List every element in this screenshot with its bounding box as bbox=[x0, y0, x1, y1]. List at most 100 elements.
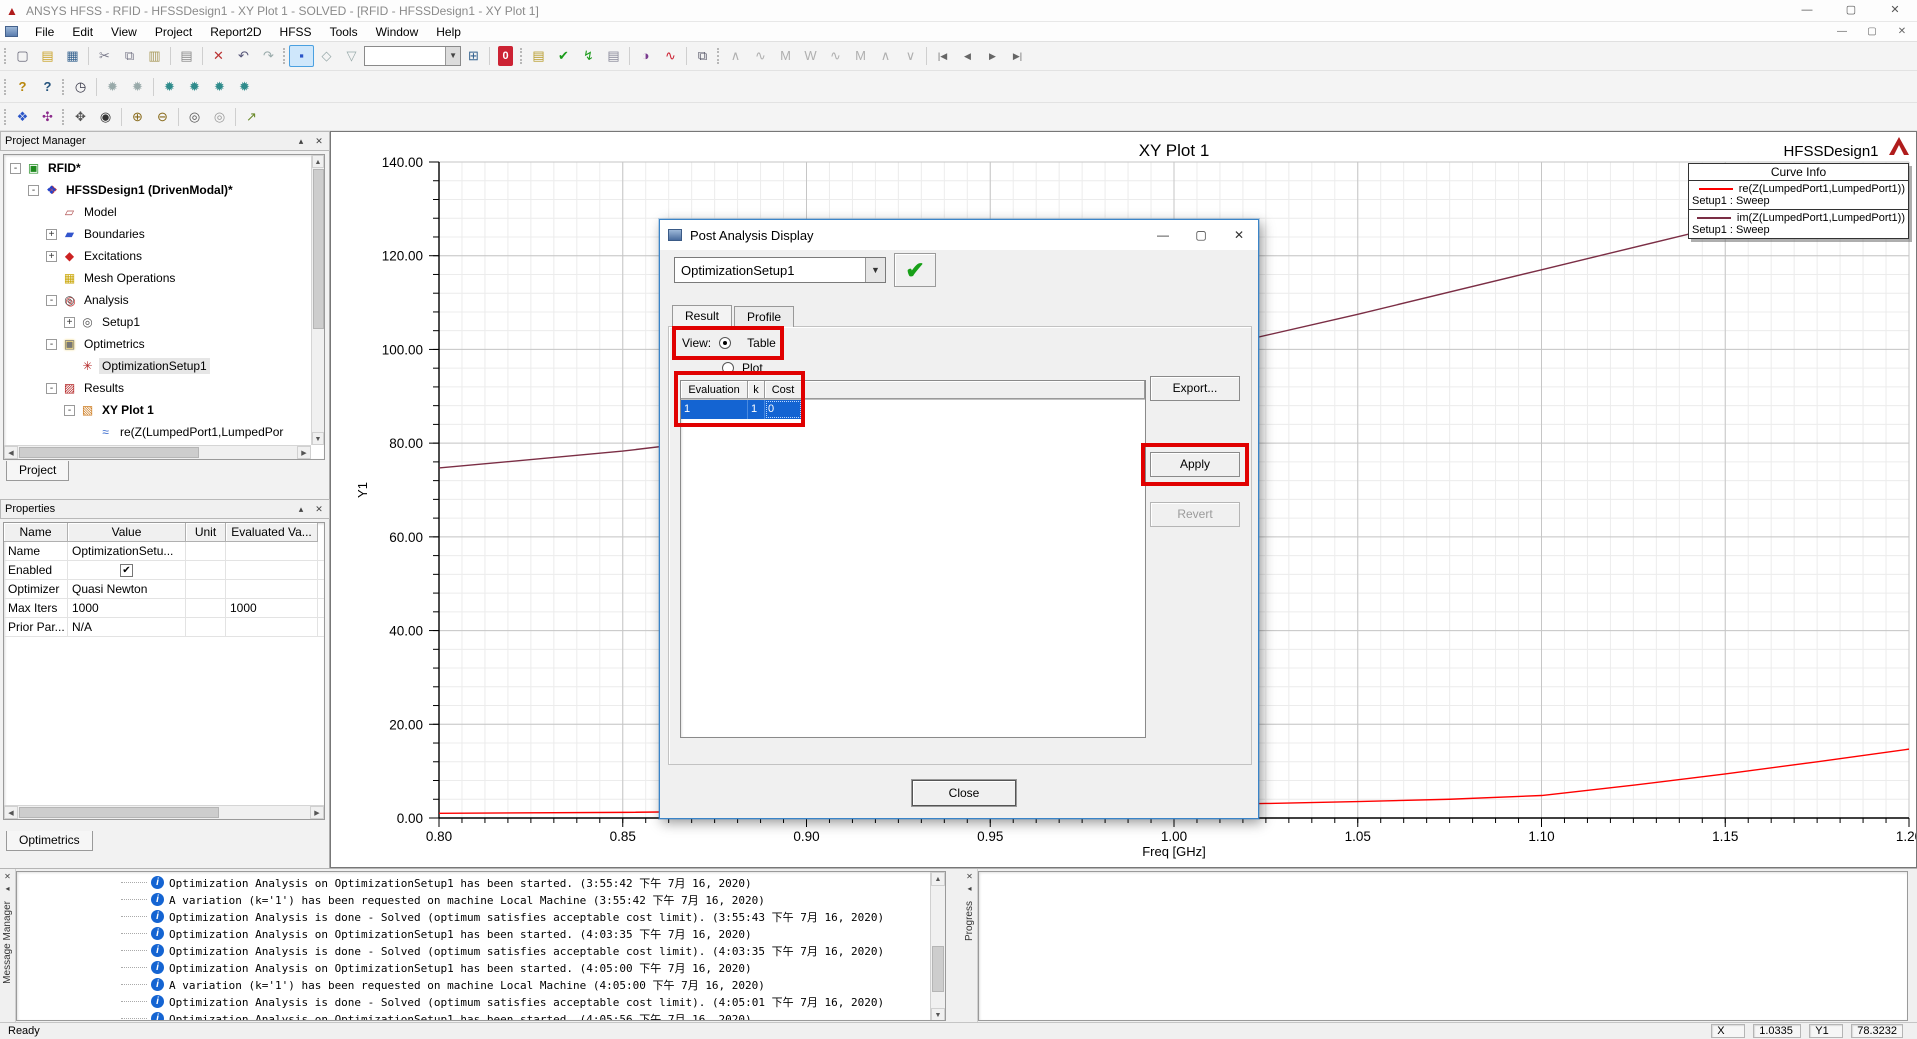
prop-row-enabled[interactable]: Enabled ✔ bbox=[4, 561, 324, 580]
validation-check-button[interactable]: ✔ bbox=[551, 45, 576, 67]
print-button[interactable]: ▤ bbox=[174, 45, 199, 67]
enabled-checkbox[interactable]: ✔ bbox=[120, 563, 133, 577]
expand-toggle-icon[interactable]: - bbox=[28, 184, 39, 196]
wave-m1-button[interactable]: M bbox=[773, 45, 798, 67]
tree-item-excitations[interactable]: + Excitations bbox=[4, 245, 324, 267]
message-vertical-scrollbar[interactable]: ▲ ▼ bbox=[930, 872, 945, 1020]
expand-toggle-icon[interactable]: - bbox=[46, 338, 57, 350]
chevron-down-icon[interactable]: ▼ bbox=[865, 258, 885, 282]
copy-image-button[interactable]: ⧉ bbox=[690, 45, 715, 67]
zoom-window-button[interactable]: ◎ bbox=[182, 106, 207, 128]
table-row[interactable]: 1 1 0 bbox=[681, 400, 1145, 419]
tab-profile[interactable]: Profile bbox=[734, 306, 795, 327]
mdi-child-icon[interactable] bbox=[5, 26, 18, 37]
column-header-name[interactable]: Name bbox=[4, 523, 68, 542]
prop-row-name[interactable]: Name OptimizationSetu... ✔ bbox=[4, 542, 324, 561]
create-report-button[interactable]: ∿ bbox=[658, 45, 683, 67]
tree-item-re-z-trace[interactable]: re(Z(LumpedPort1,LumpedPor bbox=[4, 421, 324, 443]
tree-item-optimetrics[interactable]: - Optimetrics bbox=[4, 333, 324, 355]
scrollbar-thumb[interactable] bbox=[19, 807, 219, 818]
undo-button[interactable]: ↶ bbox=[231, 45, 256, 67]
scroll-up-icon[interactable]: ▲ bbox=[312, 155, 324, 168]
dialog-maximize-icon[interactable]: ▢ bbox=[1182, 222, 1220, 248]
column-header-evaluated[interactable]: Evaluated Va... bbox=[226, 523, 318, 542]
tree-item-optimizationsetup1[interactable]: OptimizationSetup1 bbox=[4, 355, 324, 377]
scroll-down-icon[interactable]: ▼ bbox=[312, 432, 324, 445]
radio-plot[interactable] bbox=[722, 362, 734, 374]
zoom-out-button[interactable]: ⊖ bbox=[150, 106, 175, 128]
scroll-left-icon[interactable]: ◀ bbox=[4, 446, 18, 459]
scroll-up-icon[interactable]: ▲ bbox=[931, 872, 945, 886]
scrollbar-thumb[interactable] bbox=[19, 447, 199, 458]
tab-project[interactable]: Project bbox=[6, 461, 70, 481]
pin-icon[interactable]: ◂ bbox=[967, 883, 971, 895]
analyze-all-button[interactable]: ↯ bbox=[576, 45, 601, 67]
radio-table[interactable] bbox=[719, 337, 732, 349]
prop-row-optimizer[interactable]: Optimizer Quasi Newton ✔ bbox=[4, 580, 324, 599]
tab-optimetrics[interactable]: Optimetrics bbox=[6, 831, 93, 851]
select-multi-button[interactable]: ▽ bbox=[339, 45, 364, 67]
menu-item[interactable]: Window bbox=[367, 23, 428, 41]
expand-toggle-icon[interactable]: + bbox=[64, 316, 75, 328]
expand-toggle-icon[interactable]: + bbox=[46, 228, 57, 240]
restore-icon[interactable]: ▢ bbox=[1829, 0, 1873, 21]
tree-vertical-scrollbar[interactable]: ▲ ▼ bbox=[311, 155, 324, 445]
column-header-evaluation[interactable]: Evaluation bbox=[681, 381, 748, 399]
menu-item[interactable]: Report2D bbox=[201, 23, 270, 41]
confirm-setup-button[interactable]: ✔ bbox=[894, 253, 936, 287]
scrollbar-thumb[interactable] bbox=[932, 946, 944, 992]
scroll-right-icon[interactable]: ▶ bbox=[310, 806, 324, 819]
open-button[interactable]: ▤ bbox=[35, 45, 60, 67]
expand-toggle-icon[interactable]: - bbox=[46, 382, 57, 394]
nav-next-button[interactable]: ▶ bbox=[980, 45, 1005, 67]
column-header-k[interactable]: k bbox=[748, 381, 765, 399]
nav-first-button[interactable]: |◀ bbox=[930, 45, 955, 67]
scroll-left-icon[interactable]: ◀ bbox=[4, 806, 18, 819]
wave-rect-button[interactable]: ∧ bbox=[723, 45, 748, 67]
dialog-close-icon[interactable]: ✕ bbox=[1220, 222, 1258, 248]
nav-last-button[interactable]: ▶| bbox=[1005, 45, 1030, 67]
nav-prev-button[interactable]: ◀ bbox=[955, 45, 980, 67]
edit-notes-button[interactable]: ▤ bbox=[601, 45, 626, 67]
wave-up-button[interactable]: ∧ bbox=[873, 45, 898, 67]
close-icon[interactable]: ✕ bbox=[966, 871, 973, 883]
menu-item[interactable]: View bbox=[102, 23, 146, 41]
child-restore-icon[interactable]: ▢ bbox=[1857, 23, 1887, 40]
tree-item-model[interactable]: Model bbox=[4, 201, 324, 223]
wave-w1-button[interactable]: W bbox=[798, 45, 823, 67]
select-face-button[interactable]: ◇ bbox=[314, 45, 339, 67]
rotate-button[interactable]: ◉ bbox=[93, 106, 118, 128]
column-header-unit[interactable]: Unit bbox=[186, 523, 226, 542]
wave-sine-button[interactable]: ∿ bbox=[748, 45, 773, 67]
column-header-cost[interactable]: Cost bbox=[765, 381, 802, 399]
child-close-icon[interactable]: ✕ bbox=[1887, 23, 1917, 40]
wave-down-button[interactable]: ∨ bbox=[898, 45, 923, 67]
export-button[interactable]: Export... bbox=[1150, 376, 1240, 401]
collapse-icon[interactable]: ▴ bbox=[295, 504, 307, 515]
zoom-in-button[interactable]: ⊕ bbox=[125, 106, 150, 128]
column-header-value[interactable]: Value bbox=[68, 523, 186, 542]
select-object-button[interactable]: ▪ bbox=[289, 45, 314, 67]
tree-item-xy-plot-1[interactable]: - XY Plot 1 bbox=[4, 399, 324, 421]
tree-item-hfssdesign1[interactable]: - HFSSDesign1 (DrivenModal)* bbox=[4, 179, 324, 201]
component-tree-button[interactable]: ⊞ bbox=[461, 45, 486, 67]
time-button[interactable]: ◷ bbox=[68, 76, 93, 98]
menu-item[interactable]: File bbox=[26, 23, 63, 41]
properties-horizontal-scrollbar[interactable]: ◀ ▶ bbox=[4, 805, 324, 819]
tree-horizontal-scrollbar[interactable]: ◀ ▶ bbox=[4, 445, 311, 459]
scroll-right-icon[interactable]: ▶ bbox=[297, 446, 311, 459]
dialog-minimize-icon[interactable]: — bbox=[1144, 222, 1182, 248]
expand-toggle-icon[interactable]: + bbox=[46, 250, 57, 262]
tab-result[interactable]: Result bbox=[672, 305, 733, 328]
menu-item[interactable]: Tools bbox=[321, 23, 367, 41]
minimize-icon[interactable]: — bbox=[1785, 0, 1829, 21]
fit-view-button[interactable]: ◎ bbox=[207, 106, 232, 128]
close-icon[interactable]: ✕ bbox=[313, 504, 325, 515]
wave-m2-button[interactable]: M bbox=[848, 45, 873, 67]
redo-button[interactable]: ↷ bbox=[256, 45, 281, 67]
setup-combobox[interactable]: OptimizationSetup1 ▼ bbox=[674, 257, 886, 283]
close-icon[interactable]: ✕ bbox=[4, 871, 11, 883]
solutions-button[interactable]: ◑ bbox=[633, 45, 658, 67]
module-purple-button[interactable]: ✣ bbox=[35, 106, 60, 128]
pan-button[interactable]: ✥ bbox=[68, 106, 93, 128]
